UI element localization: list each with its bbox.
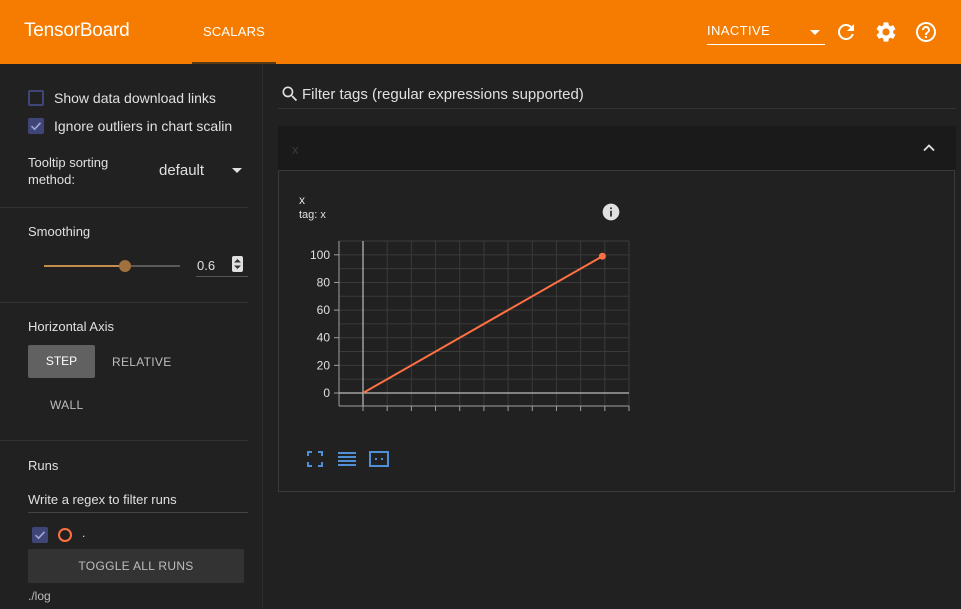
logdir-path: ./log [28,589,51,603]
smoothing-value: 0.6 [197,258,216,273]
smoothing-title: Smoothing [28,224,91,239]
run-checkbox[interactable] [32,527,48,543]
top-app-bar: TensorBoard SCALARS INACTIVE [0,0,961,64]
axis-relative-button[interactable]: RELATIVE [112,355,172,369]
tab-scalars[interactable]: SCALARS [192,0,276,64]
runs-title: Runs [28,458,59,473]
sidebar: Show data download links Ignore outliers… [0,64,263,609]
tag-filter[interactable]: Filter tags (regular expressions support… [278,78,956,109]
tag-group-header[interactable]: x [278,126,956,170]
runs-regex-input[interactable]: Write a regex to filter runs [28,488,248,513]
ignore-outliers-label[interactable]: Ignore outliers in chart scalin [54,118,232,134]
chevron-up-icon[interactable] [922,141,936,155]
tooltip-sorting-select[interactable]: default [158,160,246,182]
divider [0,302,248,303]
y-tick-label: 40 [317,331,331,345]
inactive-select-value: INACTIVE [707,23,771,38]
horizontal-axis-title: Horizontal Axis [28,319,114,334]
show-download-links-checkbox[interactable] [28,90,44,106]
checkmark-icon [34,531,46,540]
tag-group-name: x [292,142,299,157]
axis-wall-button[interactable]: WALL [50,398,83,412]
y-tick-label: 80 [317,275,331,289]
refresh-icon[interactable] [834,20,858,44]
fullscreen-icon[interactable] [303,447,327,471]
tooltip-sorting-label: Tooltip sorting method: [28,155,109,187]
dropdown-arrow-icon [810,30,820,35]
toggle-all-runs-button[interactable]: TOGGLE ALL RUNS [28,549,244,583]
show-download-links-label[interactable]: Show data download links [54,90,216,106]
run-name: . [82,526,86,540]
chart-area[interactable]: 0 20 40 60 80 100 [279,221,639,431]
checkmark-icon [30,122,42,131]
scalar-chart-card: x tag: x 0 20 40 60 80 100 [278,170,955,492]
series-line [362,255,603,394]
chart-svg[interactable]: 0 20 40 60 80 100 [279,221,639,431]
ignore-outliers-checkbox[interactable] [28,118,44,134]
inactive-dashboards-select[interactable]: INACTIVE [707,20,825,45]
axis-step-button[interactable]: STEP [28,345,95,378]
info-icon[interactable] [601,202,621,222]
chart-tag-label: tag: x [299,209,326,221]
toggle-log-scale-icon[interactable] [335,447,359,471]
smoothing-slider-handle[interactable] [119,260,131,272]
fit-domain-icon[interactable] [367,447,391,471]
runs-regex-placeholder: Write a regex to filter runs [28,492,177,507]
y-tick-label: 20 [317,358,331,372]
tooltip-sorting-value: default [159,162,205,179]
divider [0,207,248,208]
search-icon [282,86,298,102]
divider [0,440,248,441]
series-end-point [598,252,606,260]
smoothing-slider-fill [44,265,125,267]
chart-title: x [299,193,305,207]
y-tick-label: 0 [323,386,330,400]
smoothing-input[interactable]: 0.6 [196,256,248,277]
y-tick-label: 100 [310,248,330,262]
y-tick-label: 60 [317,303,331,317]
run-color-radio[interactable] [58,528,72,542]
number-spinner-icon[interactable] [232,256,243,272]
dropdown-arrow-icon [232,168,242,173]
help-icon[interactable] [914,20,938,44]
tag-filter-placeholder: Filter tags (regular expressions support… [302,86,584,103]
app-title: TensorBoard [24,20,130,41]
tab-scalars-label: SCALARS [202,24,266,39]
settings-gear-icon[interactable] [874,20,898,44]
